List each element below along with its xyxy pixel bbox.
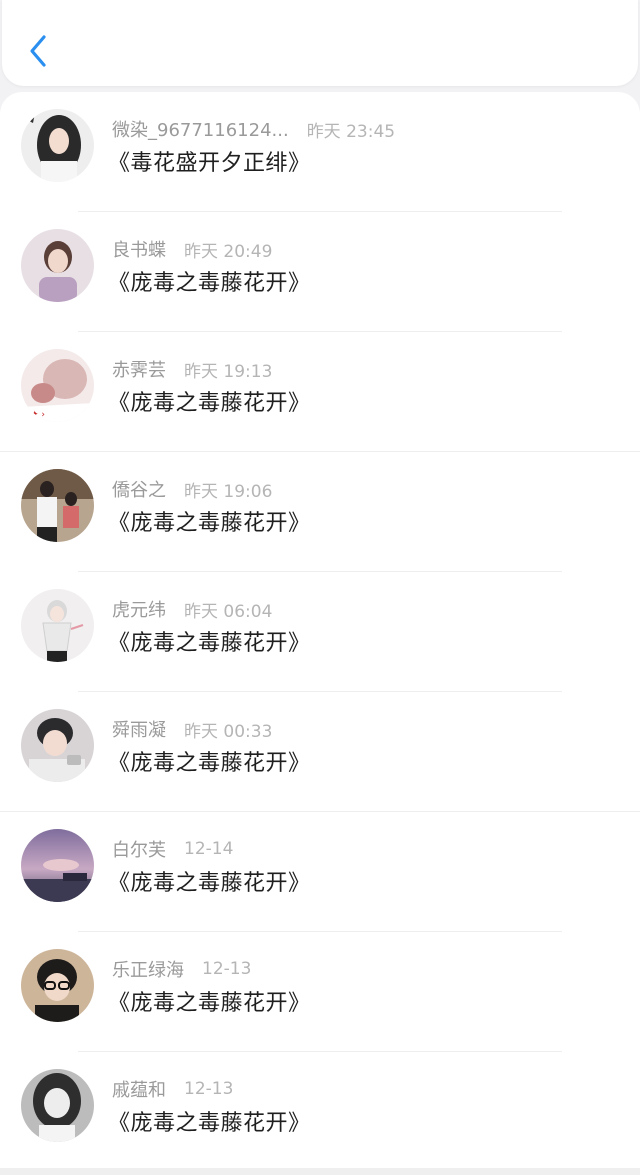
avatar-image: ✦ › — [21, 349, 94, 422]
back-button[interactable] — [20, 30, 56, 72]
book-title[interactable]: 《庞毒之毒藤花开》 — [108, 1105, 311, 1137]
user-name[interactable]: 良书蝶 — [112, 236, 166, 262]
avatar[interactable] — [21, 709, 94, 782]
timestamp: 昨天 00:33 — [184, 721, 273, 742]
avatar-image — [21, 589, 94, 662]
book-title[interactable]: 《庞毒之毒藤花开》 — [108, 985, 311, 1017]
list-item[interactable]: 微染_9677116124... 昨天 23:45 《毒花盛开夕正绯》 — [0, 92, 640, 212]
book-title[interactable]: 《庞毒之毒藤花开》 — [108, 865, 311, 897]
list-item[interactable]: ✦ › 赤霁芸 昨天 19:13 《庞毒之毒藤花开》 — [0, 332, 640, 452]
list-item[interactable]: 舜雨凝 昨天 00:33 《庞毒之毒藤花开》 — [0, 692, 640, 812]
user-name[interactable]: 虎元纬 — [112, 596, 166, 622]
user-name[interactable]: 僑谷之 — [112, 476, 166, 502]
list-item[interactable]: 乐正绿海 12-13 《庞毒之毒藤花开》 — [0, 932, 640, 1052]
list-item[interactable]: 戚蕴和 12-13 《庞毒之毒藤花开》 — [0, 1052, 640, 1168]
list-item[interactable]: 良书蝶 昨天 20:49 《庞毒之毒藤花开》 — [0, 212, 640, 332]
timestamp: 昨天 19:13 — [184, 361, 273, 382]
list-item[interactable]: 僑谷之 昨天 19:06 《庞毒之毒藤花开》 — [0, 452, 640, 572]
avatar-image — [21, 829, 94, 902]
avatar[interactable] — [21, 949, 94, 1022]
book-title[interactable]: 《庞毒之毒藤花开》 — [108, 265, 311, 297]
avatar[interactable] — [21, 109, 94, 182]
timestamp: 12-13 — [184, 1079, 234, 1099]
user-name[interactable]: 微染_9677116124... — [112, 116, 289, 142]
top-bar — [2, 0, 638, 86]
user-name[interactable]: 白尔芙 — [112, 836, 166, 862]
avatar-image — [21, 949, 94, 1022]
avatar[interactable]: ✦ › — [21, 349, 94, 422]
timestamp: 昨天 20:49 — [184, 241, 273, 262]
bottom-divider — [0, 1168, 640, 1175]
avatar-image — [21, 1069, 94, 1142]
user-name[interactable]: 赤霁芸 — [112, 356, 166, 382]
timestamp: 12-13 — [202, 959, 252, 979]
avatar-image — [21, 469, 94, 542]
user-name[interactable]: 戚蕴和 — [112, 1076, 166, 1102]
avatar[interactable] — [21, 229, 94, 302]
avatar[interactable] — [21, 469, 94, 542]
list-item[interactable]: 虎元纬 昨天 06:04 《庞毒之毒藤花开》 — [0, 572, 640, 692]
book-title[interactable]: 《庞毒之毒藤花开》 — [108, 385, 311, 417]
svg-text:✦ ›: ✦ › — [31, 410, 45, 420]
list-item[interactable]: 白尔芙 12-14 《庞毒之毒藤花开》 — [0, 812, 640, 932]
book-title[interactable]: 《庞毒之毒藤花开》 — [108, 625, 311, 657]
timestamp: 昨天 19:06 — [184, 481, 273, 502]
avatar[interactable] — [21, 589, 94, 662]
timestamp: 昨天 06:04 — [184, 601, 273, 622]
avatar-image — [21, 229, 94, 302]
comment-list: 微染_9677116124... 昨天 23:45 《毒花盛开夕正绯》 良书蝶 … — [0, 92, 640, 1168]
chevron-left-icon — [30, 35, 46, 67]
book-title[interactable]: 《毒花盛开夕正绯》 — [108, 145, 311, 177]
book-title[interactable]: 《庞毒之毒藤花开》 — [108, 505, 311, 537]
user-name[interactable]: 舜雨凝 — [112, 716, 166, 742]
avatar-image — [21, 109, 94, 182]
timestamp: 12-14 — [184, 839, 234, 859]
avatar[interactable] — [21, 829, 94, 902]
avatar-image — [21, 709, 94, 782]
user-name[interactable]: 乐正绿海 — [112, 956, 184, 982]
book-title[interactable]: 《庞毒之毒藤花开》 — [108, 745, 311, 777]
avatar[interactable] — [21, 1069, 94, 1142]
timestamp: 昨天 23:45 — [306, 121, 396, 142]
